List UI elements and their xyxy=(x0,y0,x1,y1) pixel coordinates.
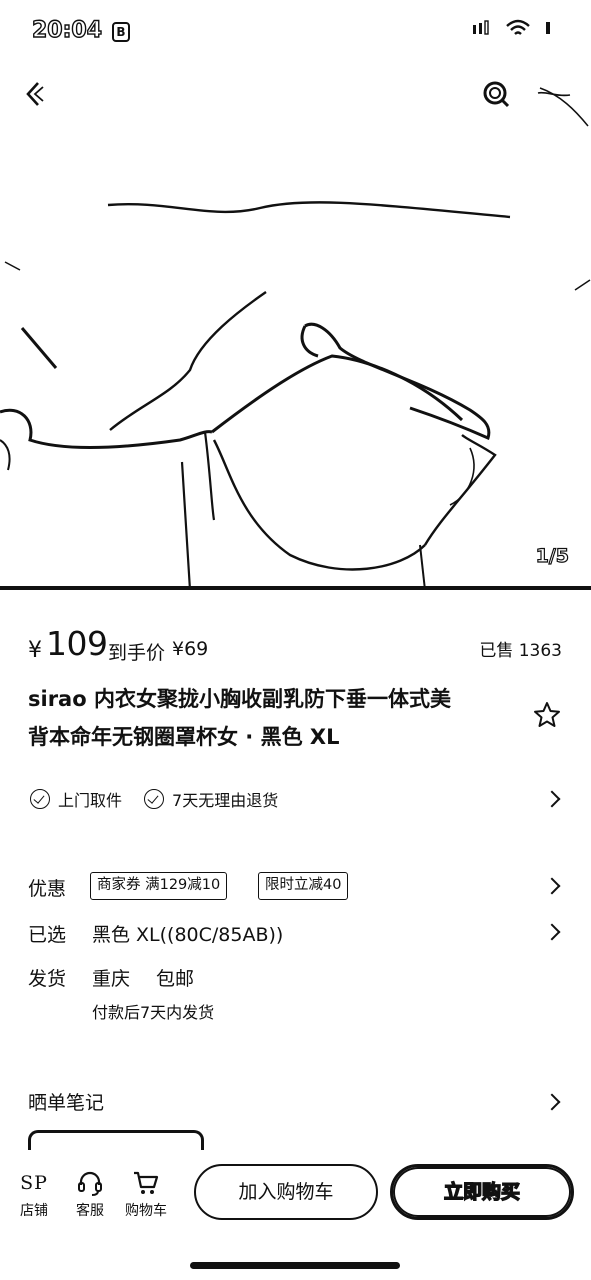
star-icon xyxy=(534,702,560,727)
check-circle-icon xyxy=(30,789,50,809)
buy-now-label: 立即购买 xyxy=(443,1180,520,1203)
wifi-icon xyxy=(506,19,530,35)
price-row: ¥ 109 到手价 ¥69 已售 1363 xyxy=(28,624,568,670)
shipping-label: 发货 xyxy=(28,968,67,990)
store-nav-item[interactable]: SP 店铺 xyxy=(8,1168,60,1220)
cart-icon xyxy=(134,1171,159,1194)
cart-nav-item[interactable]: 购物车 xyxy=(120,1168,172,1220)
price-main: 109 xyxy=(46,624,108,663)
coupon-tag[interactable]: 商家券 满129减10 xyxy=(90,872,228,900)
selected-label: 已选 xyxy=(28,924,67,946)
product-detail-screen: 20:04 B 1/5 ¥ 109 到手价 ¥69 已售 1363 sirao … xyxy=(0,0,591,1280)
service-item-pickup: 上门取件 xyxy=(30,787,122,811)
selected-variant[interactable]: 黑色 XL((80C/85AB)) xyxy=(92,920,283,947)
chevron-right-icon[interactable] xyxy=(543,877,561,895)
notes-section-title[interactable]: 晒单笔记 xyxy=(28,1088,104,1115)
chevron-right-icon[interactable] xyxy=(543,1093,561,1111)
product-image-gallery[interactable]: 20:04 B 1/5 xyxy=(0,0,591,590)
gallery-page-indicator: 1/5 xyxy=(535,544,570,567)
image-bottom-edge xyxy=(0,586,591,590)
shipping-origin: 重庆 xyxy=(92,968,131,990)
product-title-line2: 背本命年无钢圈罩杯女 · 黑色 XL xyxy=(28,725,340,749)
search-icon xyxy=(483,81,510,108)
status-badge: B xyxy=(112,22,130,42)
cart-label: 购物车 xyxy=(125,1203,167,1219)
store-label: 店铺 xyxy=(20,1203,48,1219)
deal-price-label: 到手价 xyxy=(108,642,166,664)
discount-tag[interactable]: 限时立减40 xyxy=(258,872,349,900)
customer-service-label: 客服 xyxy=(76,1203,104,1219)
check-circle-icon xyxy=(144,789,165,809)
bottom-action-bar: SP 店铺 客服 购物车 加入购物车 立即购买 xyxy=(0,1150,591,1280)
buy-now-button[interactable]: 立即购买 xyxy=(390,1164,574,1220)
store-icon: SP xyxy=(20,1172,48,1194)
status-bar: 20:04 B xyxy=(0,0,591,64)
search-button[interactable] xyxy=(476,74,516,114)
service-label: 7天无理由退货 xyxy=(172,791,279,810)
service-guarantees-row[interactable]: 上门取件 7天无理由退货 xyxy=(30,786,570,812)
favorite-button[interactable] xyxy=(532,700,564,732)
customer-service-nav-item[interactable]: 客服 xyxy=(64,1168,116,1220)
back-button[interactable] xyxy=(14,74,54,114)
battery-icon xyxy=(546,22,550,34)
headset-icon xyxy=(78,1171,102,1196)
product-title: sirao 内衣女聚拢小胸收副乳防下垂一体式美 背本命年无钢圈罩杯女 · 黑色 … xyxy=(28,680,508,756)
add-to-cart-button[interactable]: 加入购物车 xyxy=(194,1164,378,1220)
home-indicator xyxy=(190,1262,400,1269)
more-button[interactable] xyxy=(532,74,576,114)
more-icon xyxy=(537,91,571,97)
product-title-line1: sirao 内衣女聚拢小胸收副乳防下垂一体式美 xyxy=(28,687,451,711)
sold-count: 已售 1363 xyxy=(479,641,562,661)
back-icon xyxy=(26,82,44,106)
shipping-note: 付款后7天内发货 xyxy=(92,1003,215,1022)
chevron-right-icon[interactable] xyxy=(543,923,561,941)
status-time: 20:04 xyxy=(31,17,103,43)
price-currency: ¥ xyxy=(28,638,42,663)
shipping-fee: 包邮 xyxy=(156,968,195,990)
signal-icon xyxy=(473,20,489,35)
service-item-returns: 7天无理由退货 xyxy=(144,787,278,811)
offers-label: 优惠 xyxy=(28,878,67,900)
deal-price: ¥69 xyxy=(172,638,209,660)
status-icons xyxy=(471,18,557,38)
service-label: 上门取件 xyxy=(58,791,123,810)
